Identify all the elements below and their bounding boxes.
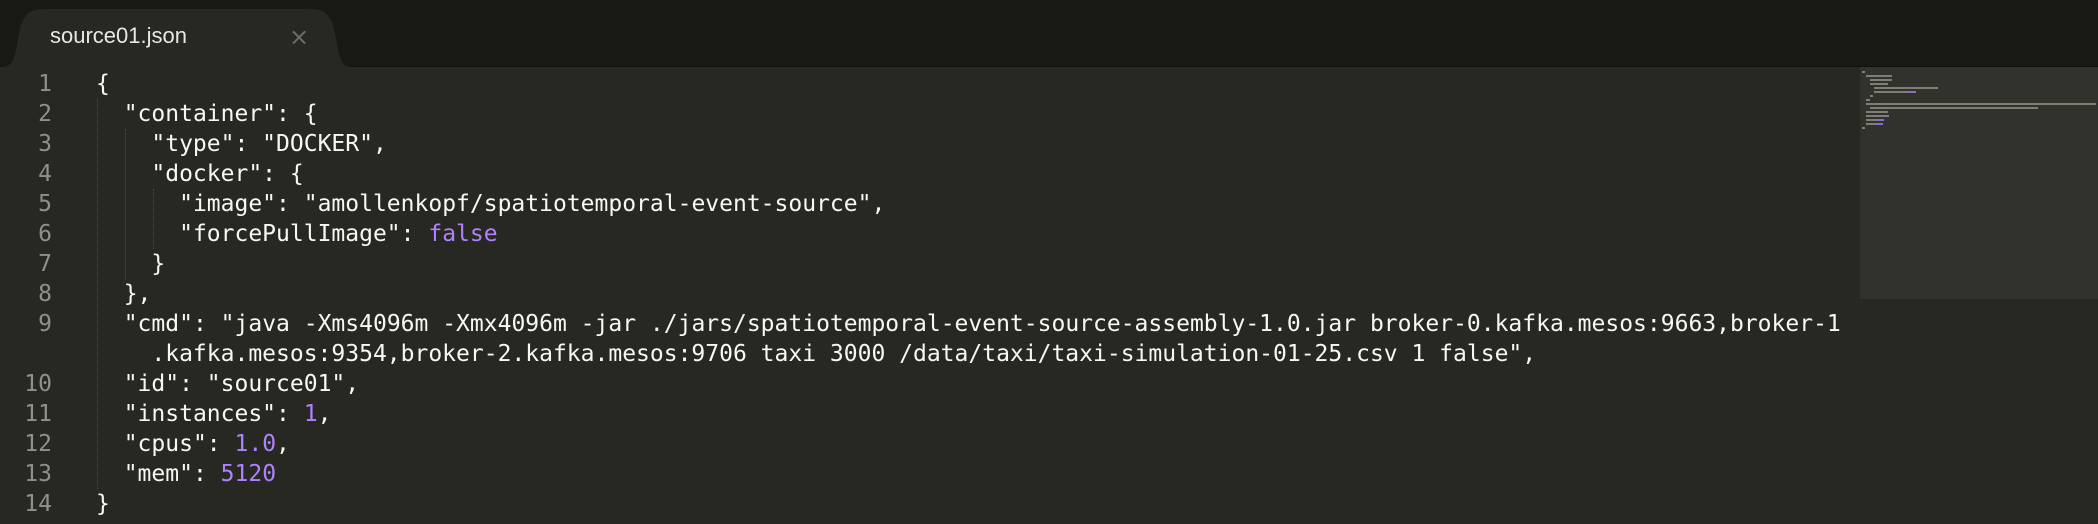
- line-number: 5: [38, 191, 52, 217]
- boolean-value: false: [428, 221, 498, 247]
- code-line: }: [151, 251, 166, 277]
- line-number: 13: [24, 461, 52, 487]
- number-value: 1.0: [234, 431, 277, 457]
- minimap-line: [1876, 123, 1883, 125]
- tab-source01-json[interactable]: source01.json ×: [0, 9, 354, 67]
- tab-bar: source01.json ×: [0, 0, 2098, 67]
- code-line: "docker": {: [151, 161, 304, 187]
- code-line: "forcePullImage": false: [179, 221, 498, 247]
- code-line: {: [96, 71, 110, 97]
- line-number: 2: [38, 101, 52, 127]
- code-line: "cpus": 1.0,: [123, 431, 290, 457]
- minimap-line: [1870, 83, 1888, 85]
- code-line-wrapped: .kafka.mesos:9354,broker-2.kafka.mesos:9…: [151, 341, 1537, 367]
- minimap-line: [1866, 115, 1886, 117]
- editor-window: source01.json × 1 2 3 4 5 6 7 8 9 10 11 …: [0, 0, 2098, 524]
- code-line: "type": "DOCKER",: [151, 131, 387, 157]
- minimap-viewport[interactable]: [1860, 67, 2098, 299]
- line-number: 10: [24, 371, 52, 397]
- minimap-line: [1886, 115, 1889, 117]
- code-line: "mem": 5120: [123, 461, 277, 487]
- line-number-gutter: 1 2 3 4 5 6 7 8 9 10 11 12 13 14: [0, 67, 70, 524]
- minimap-line: [1862, 127, 1865, 129]
- code-line: "cmd": "java -Xms4096m -Xmx4096m -jar ./…: [123, 311, 1841, 337]
- minimap[interactable]: [1860, 67, 2098, 524]
- minimap-line: [1866, 111, 1888, 113]
- minimap-line: [1874, 87, 1938, 89]
- code-line: }: [96, 491, 110, 517]
- line-number: 9: [38, 311, 52, 337]
- code-line: "instances": 1,: [123, 401, 332, 427]
- code-editor[interactable]: 1 2 3 4 5 6 7 8 9 10 11 12 13 14 { "cont…: [0, 67, 1860, 524]
- line-number: 7: [38, 251, 52, 277]
- line-number: 6: [38, 221, 52, 247]
- number-value: 5120: [220, 461, 277, 487]
- minimap-line: [1866, 123, 1876, 125]
- line-number: 12: [24, 431, 52, 457]
- minimap-line: [1866, 99, 1870, 101]
- minimap-line: [1908, 91, 1916, 93]
- minimap-line: [1862, 71, 1865, 73]
- minimap-line: [1866, 75, 1892, 77]
- minimap-line: [1874, 91, 1908, 93]
- minimap-line: [1866, 119, 1878, 121]
- minimap-line: [1878, 119, 1884, 121]
- minimap-line: [1870, 79, 1892, 81]
- minimap-line: [1870, 107, 2038, 109]
- line-number: 11: [24, 401, 52, 427]
- tab-title: source01.json: [50, 23, 187, 48]
- code-line: "image": "amollenkopf/spatiotemporal-eve…: [179, 191, 886, 217]
- line-number: 3: [38, 131, 52, 157]
- code-line: },: [123, 281, 152, 307]
- close-icon[interactable]: ×: [286, 24, 312, 50]
- line-number: 1: [38, 71, 52, 97]
- number-value: 1: [303, 401, 318, 427]
- code-line: "id": "source01",: [123, 371, 360, 397]
- minimap-line: [1870, 95, 1873, 97]
- code-line: "container": {: [123, 101, 318, 127]
- minimap-line: [1866, 103, 2096, 105]
- line-number: 4: [38, 161, 52, 187]
- line-number: 14: [24, 491, 52, 517]
- line-number: 8: [38, 281, 52, 307]
